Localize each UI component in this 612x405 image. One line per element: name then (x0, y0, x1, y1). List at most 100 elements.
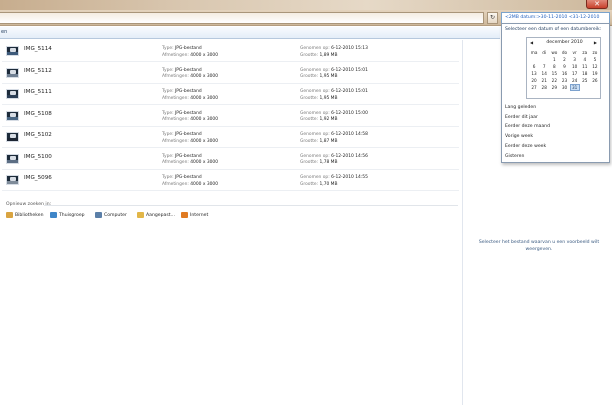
date-taken-label: Genomen op: (300, 175, 330, 180)
date-taken: 6-12-2010 15:01 (331, 67, 368, 73)
type-label: Type: (162, 153, 174, 159)
refresh-button[interactable]: ↻ (487, 12, 498, 24)
calendar-day[interactable]: 24 (570, 77, 580, 84)
calendar-day[interactable]: 22 (549, 77, 559, 84)
weekday-label: ma (530, 50, 538, 55)
calendar-day[interactable]: 18 (580, 70, 590, 77)
file-name: IMG_5100 (24, 153, 52, 160)
dimensions-label: Afmetingen: (162, 117, 189, 122)
image-thumbnail (6, 67, 19, 78)
file-dimensions: 4000 x 3000 (190, 117, 219, 122)
close-button[interactable]: ✕ (586, 0, 608, 9)
calendar-day[interactable]: 21 (539, 77, 549, 84)
file-name: IMG_5108 (24, 110, 52, 117)
file-row[interactable]: IMG_5096 Type: JPG-bestand Afmetingen: 400… (2, 170, 459, 191)
file-dimensions: 4000 x 3000 (190, 95, 219, 101)
calendar-day[interactable]: 17 (570, 70, 580, 77)
calendar-day[interactable]: 14 (539, 70, 549, 77)
date-taken-label: Genomen op: (300, 46, 330, 51)
date-preset-option[interactable]: Eerder dit jaar (504, 113, 608, 122)
calendar-day[interactable]: 12 (590, 63, 600, 70)
file-row[interactable]: IMG_5112 Type: JPG-bestand Afmetingen: 400… (2, 63, 459, 84)
weekday-label: zo (592, 50, 598, 55)
calendar-day[interactable]: 28 (539, 84, 549, 91)
date-taken: 6-12-2010 15:01 (331, 89, 368, 94)
calendar-day[interactable]: 10 (570, 63, 580, 70)
calendar-day[interactable]: 4 (580, 56, 590, 63)
file-type-info: Type: JPG-bestand Afmetingen: 4000 x 3000 (162, 132, 218, 145)
calendar-month-label[interactable]: december 2010 (527, 40, 602, 47)
file-row[interactable]: IMG_5114 Type: JPG-bestand Afmetingen: 400… (2, 41, 459, 62)
search-location-0[interactable]: Bibliotheken (6, 212, 43, 218)
image-thumbnail (6, 89, 19, 99)
calendar-day[interactable]: 9 (559, 63, 569, 70)
date-preset-option[interactable]: Gisteren (504, 152, 608, 161)
dimensions-label: Afmetingen: (162, 138, 189, 144)
file-size: 1,95 MB (319, 95, 338, 101)
search-location-label: Computer (104, 212, 127, 218)
file-size: 1,89 MB (319, 52, 338, 58)
calendar-day[interactable]: 25 (580, 77, 590, 84)
search-location-4[interactable]: Internet (181, 212, 208, 218)
calendar-day[interactable]: 5 (590, 56, 600, 63)
file-type: JPG-bestand (174, 110, 202, 116)
file-row[interactable]: IMG_5100 Type: JPG-bestand Afmetingen: 400… (2, 149, 459, 170)
search-location-2[interactable]: Computer (95, 212, 127, 218)
calendar-day[interactable]: 29 (549, 84, 559, 91)
calendar-day[interactable]: 13 (529, 70, 539, 77)
calendar-day[interactable]: 6 (529, 63, 539, 70)
search-location-label: Bibliotheken (15, 212, 44, 218)
calendar-day[interactable]: 8 (549, 63, 559, 70)
calendar-day[interactable]: 26 (590, 77, 600, 84)
calendar-day[interactable]: 1 (549, 56, 559, 63)
search-location-3[interactable]: Aangepast... (137, 212, 175, 218)
file-type: JPG-bestand (174, 89, 202, 94)
calendar-day[interactable]: 20 (529, 77, 539, 84)
date-preset-option[interactable]: Vorige week (504, 132, 608, 141)
dimensions-label: Afmetingen: (162, 95, 189, 101)
search-location-label: Aangepast... (146, 212, 175, 218)
file-dimensions: 4000 x 3000 (190, 160, 219, 165)
date-taken: 6-12-2010 15:00 (331, 110, 368, 116)
weekday-label: do (561, 50, 568, 55)
search-location-1[interactable]: Thuisgroep (50, 212, 85, 218)
close-icon: ✕ (594, 0, 600, 8)
size-label: Grootte: (300, 138, 319, 144)
file-dimensions: 4000 x 3000 (190, 74, 219, 79)
type-label: Type: (162, 46, 174, 51)
calendar-day[interactable]: 7 (539, 63, 549, 70)
date-preset-option[interactable]: Eerder deze week (504, 142, 608, 151)
calendar-day[interactable]: 15 (549, 70, 559, 77)
image-thumbnail (6, 46, 19, 56)
file-type: JPG-bestand (174, 132, 202, 137)
calendar-empty-cell (590, 84, 600, 91)
date-taken: 6-12-2010 14:58 (331, 132, 368, 137)
file-row[interactable]: IMG_5102 Type: JPG-bestand Afmetingen: 400… (2, 127, 459, 148)
next-month-icon[interactable]: ▶ (594, 40, 597, 45)
calendar-day[interactable]: 16 (559, 70, 569, 77)
file-type: JPG-bestand (174, 67, 202, 73)
folder-icon (137, 212, 144, 218)
size-label: Grootte: (300, 160, 319, 165)
address-bar[interactable] (0, 12, 484, 24)
calendar-day[interactable]: 27 (529, 84, 539, 91)
date-preset-option[interactable]: Eerder deze maand (504, 122, 608, 131)
image-thumbnail (6, 132, 19, 142)
calendar-day[interactable]: 31 (569, 84, 580, 91)
calendar-day[interactable]: 23 (559, 77, 569, 84)
homegroup-icon (50, 212, 57, 218)
calendar-day[interactable]: 3 (570, 56, 580, 63)
type-label: Type: (162, 89, 174, 94)
command-bar-label[interactable]: en (1, 29, 7, 35)
date-preset-option[interactable]: Lang geleden (504, 103, 608, 112)
file-row[interactable]: IMG_5108 Type: JPG-bestand Afmetingen: 400… (2, 106, 459, 127)
file-row[interactable]: IMG_5111 Type: JPG-bestand Afmetingen: 400… (2, 84, 459, 105)
file-type-info: Type: JPG-bestand Afmetingen: 4000 x 3000 (162, 46, 218, 59)
calendar-day[interactable]: 11 (580, 63, 590, 70)
calendar-day[interactable]: 30 (559, 84, 569, 91)
divider (44, 205, 458, 206)
calendar-day[interactable]: 2 (559, 56, 569, 63)
size-label: Grootte: (300, 181, 319, 187)
calendar-empty-cell (580, 84, 590, 91)
calendar-day[interactable]: 19 (590, 70, 600, 77)
